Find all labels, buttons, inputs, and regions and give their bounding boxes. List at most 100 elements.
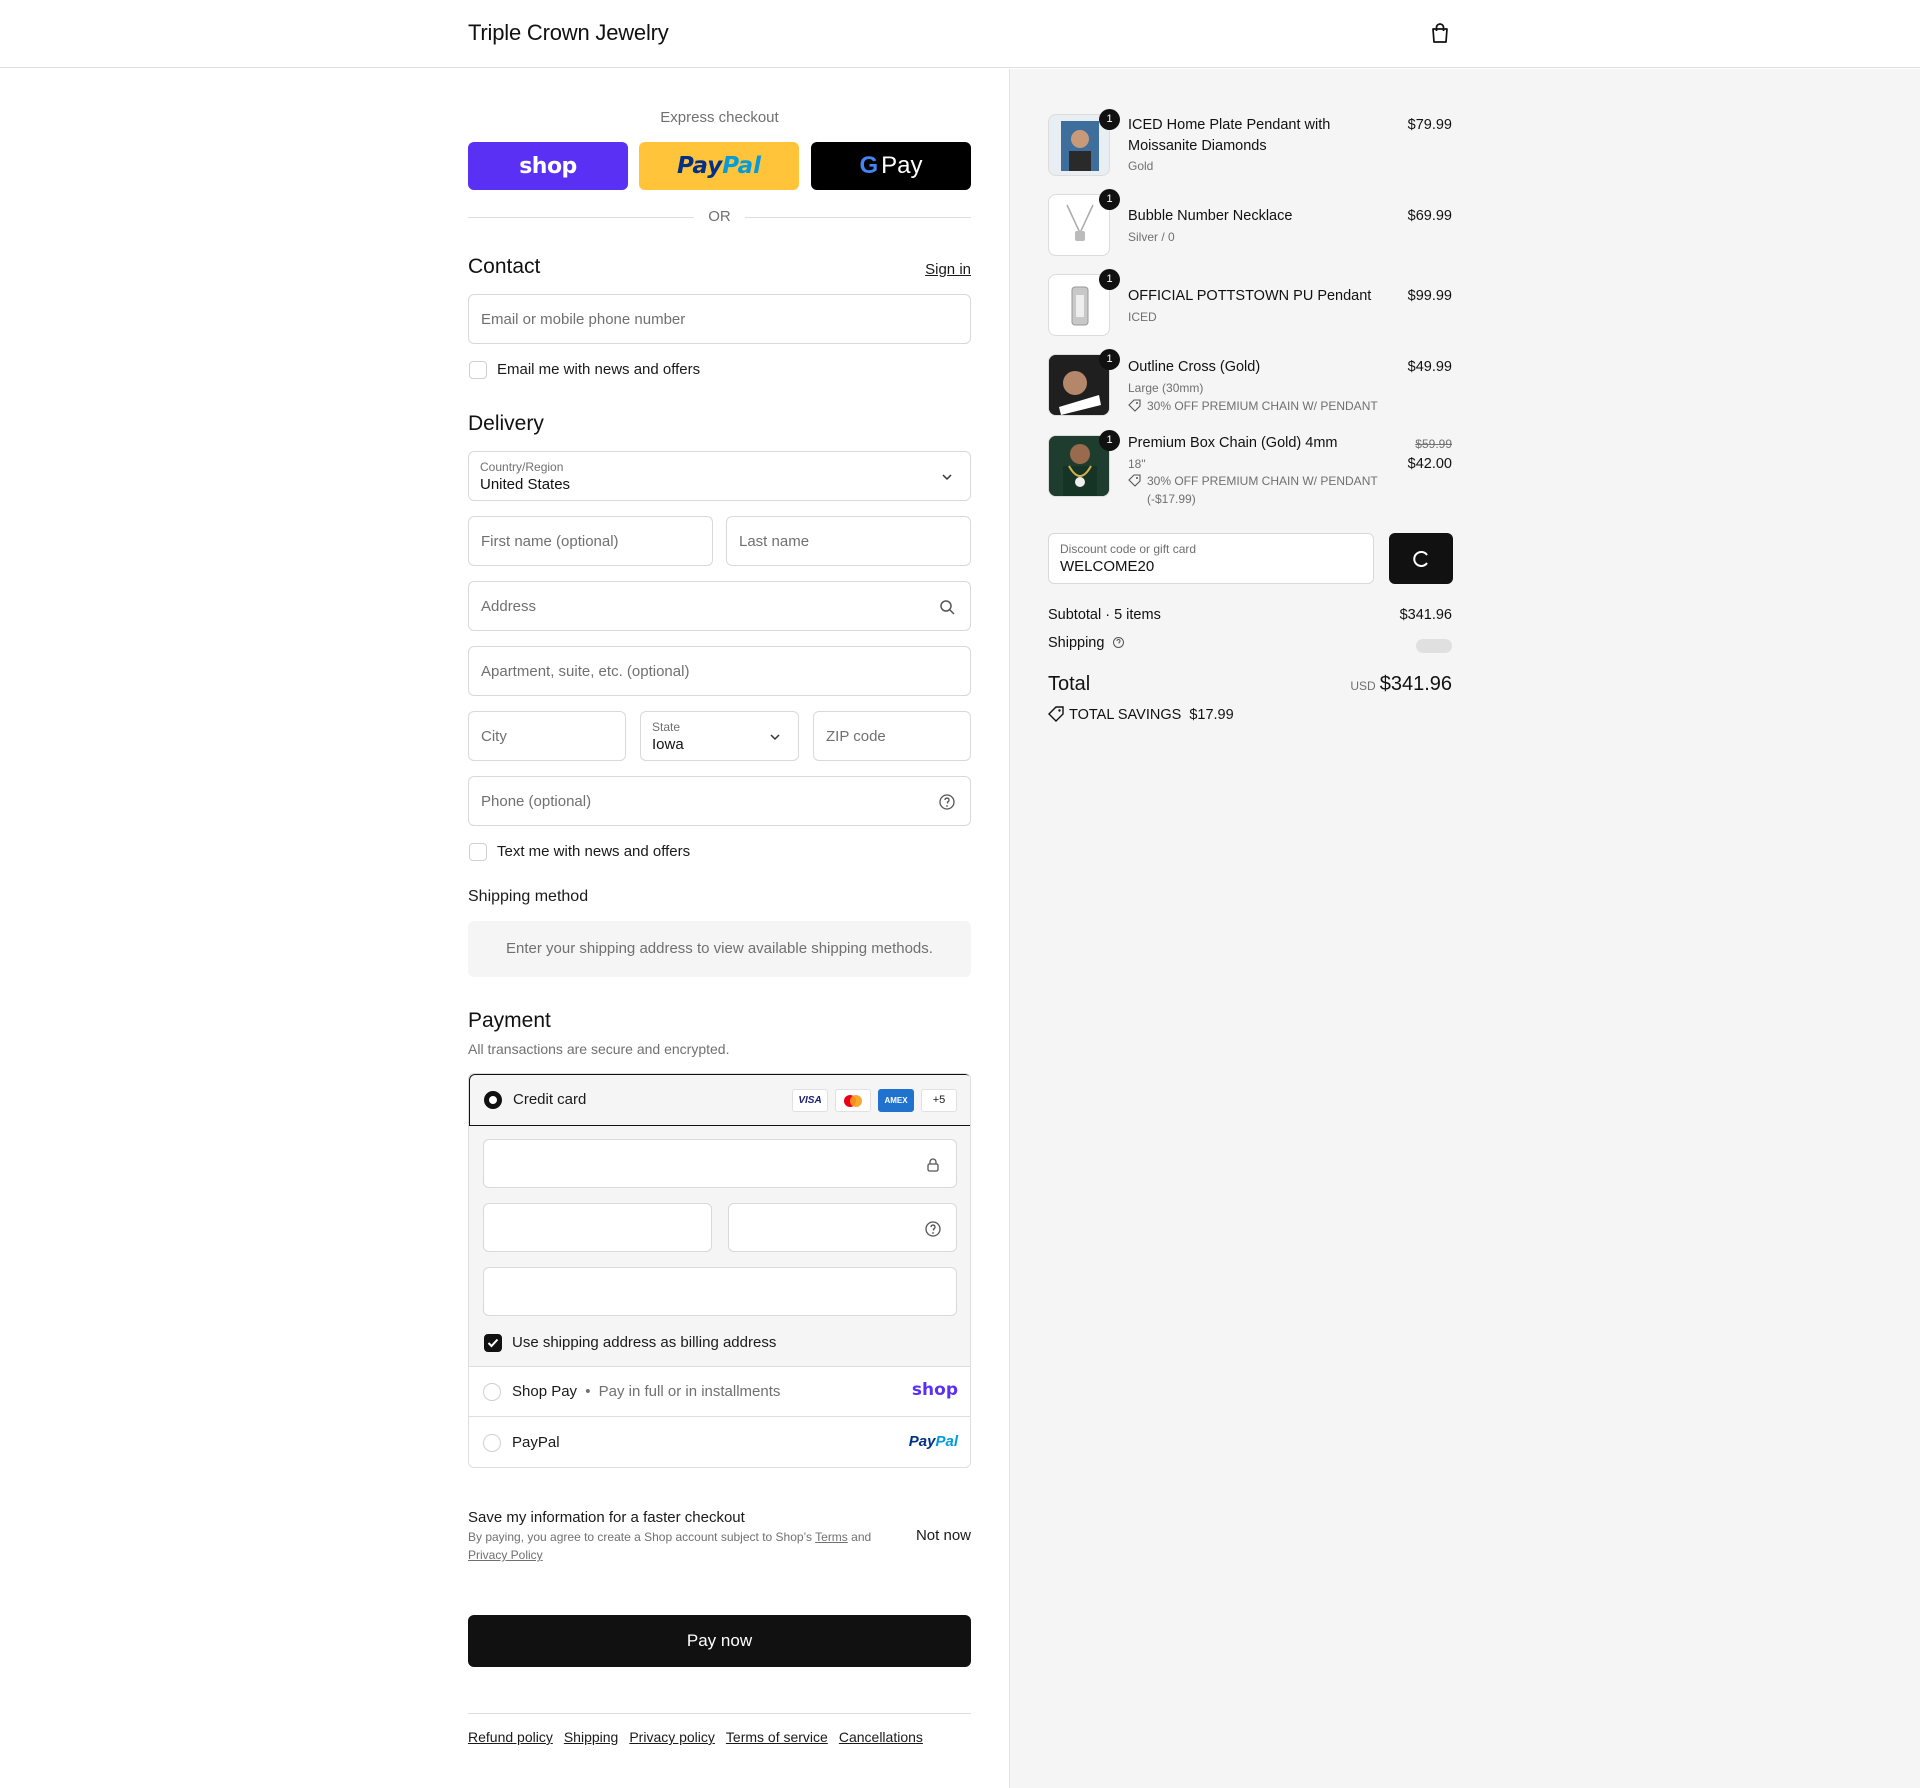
shipping-row: Shipping (1048, 635, 1452, 653)
quantity-badge: 1 (1099, 430, 1120, 451)
privacy-policy-link[interactable]: Privacy Policy (468, 1548, 543, 1562)
amex-icon: AMEX (878, 1089, 914, 1112)
name-on-card-field[interactable] (483, 1267, 957, 1316)
cancellations-link[interactable]: Cancellations (839, 1729, 923, 1745)
item-price: $99.99 (1407, 288, 1452, 304)
subtotal-label: Subtotal · 5 items (1048, 607, 1161, 623)
footer-divider (468, 1713, 971, 1714)
item-variant: 18" (1128, 457, 1146, 471)
help-icon[interactable] (924, 1220, 942, 1238)
paypal-radio[interactable] (483, 1434, 501, 1452)
shop-pay-radio[interactable] (483, 1383, 501, 1401)
chevron-down-icon (770, 734, 780, 741)
credit-card-label: Credit card (513, 1091, 587, 1108)
item-price: $49.99 (1407, 359, 1452, 375)
pay-now-button[interactable]: Pay now (468, 1615, 971, 1667)
shipping-method-heading: Shipping method (468, 888, 589, 905)
refund-policy-link[interactable]: Refund policy (468, 1729, 553, 1745)
credit-card-option[interactable]: Credit card VISA AMEX +5 (469, 1074, 970, 1126)
privacy-policy-footer-link[interactable]: Privacy policy (629, 1729, 715, 1745)
total-label: Total (1048, 673, 1091, 695)
last-name-field[interactable] (726, 516, 971, 566)
loading-spinner-icon (1413, 550, 1428, 567)
apartment-input[interactable] (469, 647, 970, 695)
payment-heading: Payment (468, 1009, 551, 1032)
phone-input[interactable] (469, 777, 970, 825)
google-g-icon: G (859, 152, 879, 179)
first-name-field[interactable] (468, 516, 713, 566)
text-news-label: Text me with news and offers (497, 843, 691, 860)
item-name: Bubble Number Necklace (1128, 208, 1293, 224)
shop-pay-express-button[interactable]: shop (468, 142, 628, 190)
payment-methods: Credit card VISA AMEX +5 Use shipping ad… (468, 1073, 971, 1468)
subtotal-value: $341.96 (1399, 607, 1452, 623)
shop-pay-label: Shop Pay (512, 1383, 578, 1400)
item-price: $42.00 (1407, 456, 1452, 472)
item-discount: 30% OFF PREMIUM CHAIN W/ PENDANT (-$17.9… (1128, 472, 1378, 508)
apply-discount-button[interactable] (1389, 533, 1453, 584)
billing-same-checkbox[interactable] (484, 1334, 502, 1352)
country-select[interactable]: Country/Region United States (468, 451, 971, 501)
item-variant: Gold (1128, 159, 1154, 173)
sign-in-link[interactable]: Sign in (925, 261, 971, 278)
discount-code-field[interactable]: Discount code or gift card WELCOME20 (1048, 533, 1374, 584)
zip-field[interactable] (813, 711, 971, 761)
delivery-heading: Delivery (468, 412, 544, 435)
text-news-checkbox[interactable] (469, 843, 487, 861)
state-select[interactable]: State Iowa (640, 711, 799, 761)
shipping-method-message: Enter your shipping address to view avai… (468, 921, 971, 977)
credit-card-form: Use shipping address as billing address (469, 1126, 970, 1367)
address-input[interactable] (469, 582, 970, 630)
email-input[interactable] (469, 295, 970, 343)
phone-field[interactable] (468, 776, 971, 826)
email-news-checkbox[interactable] (469, 361, 487, 379)
discount-code-value: WELCOME20 (1060, 558, 1155, 575)
shop-pay-option[interactable]: Shop Pay • Pay in full or in installment… (469, 1367, 970, 1417)
quantity-badge: 1 (1099, 189, 1120, 210)
paypal-express-button[interactable]: Pay Pal (639, 142, 799, 190)
shipping-policy-link[interactable]: Shipping (564, 1729, 619, 1745)
city-field[interactable] (468, 711, 626, 761)
shop-pay-logo: shop (911, 1380, 958, 1400)
help-icon[interactable] (938, 793, 956, 811)
address-field[interactable] (468, 581, 971, 631)
terms-link[interactable]: Terms (815, 1530, 848, 1544)
subtotal-row: Subtotal · 5 items $341.96 (1048, 607, 1452, 623)
credit-card-radio[interactable] (484, 1091, 502, 1109)
item-name: OFFICIAL POTTSTOWN PU Pendant (1128, 288, 1372, 304)
item-price: $79.99 (1407, 117, 1452, 133)
save-info-text: By paying, you agree to create a Shop ac… (468, 1530, 872, 1562)
currency-code: USD (1350, 679, 1376, 693)
visa-icon: VISA (792, 1089, 828, 1112)
save-info-section: Save my information for a faster checkou… (468, 1509, 971, 1564)
not-now-button[interactable]: Not now (916, 1527, 971, 1544)
billing-same-label: Use shipping address as billing address (512, 1334, 777, 1351)
card-number-field[interactable] (483, 1139, 957, 1188)
footer-links: Refund policy Shipping Privacy policy Terms… (468, 1729, 934, 1745)
shopping-bag-icon[interactable] (1429, 22, 1451, 44)
apartment-field[interactable] (468, 646, 971, 696)
header: Triple Crown Jewelry (0, 0, 1920, 68)
tag-icon (1128, 474, 1141, 487)
zip-input[interactable] (814, 712, 970, 760)
item-price: $69.99 (1407, 208, 1452, 224)
item-variant: Large (30mm) (1128, 381, 1204, 395)
paypal-label: PayPal (512, 1434, 560, 1451)
security-code-field[interactable] (728, 1203, 957, 1252)
email-field[interactable] (468, 294, 971, 344)
google-pay-express-button[interactable]: G Pay (811, 142, 971, 190)
help-icon[interactable] (1112, 636, 1125, 649)
paypal-option[interactable]: PayPal PayPal (469, 1418, 970, 1467)
shipping-loading-placeholder (1416, 639, 1452, 653)
first-name-input[interactable] (469, 517, 712, 565)
terms-of-service-link[interactable]: Terms of service (726, 1729, 828, 1745)
save-info-title: Save my information for a faster checkou… (468, 1509, 745, 1526)
last-name-input[interactable] (727, 517, 970, 565)
email-news-label: Email me with news and offers (497, 361, 701, 378)
total-savings: TOTAL SAVINGS $17.99 (1048, 706, 1452, 723)
store-name[interactable]: Triple Crown Jewelry (468, 20, 669, 46)
item-name: Premium Box Chain (Gold) 4mm (1128, 435, 1338, 451)
contact-heading: Contact (468, 255, 541, 278)
city-input[interactable] (469, 712, 625, 760)
expiration-date-field[interactable] (483, 1203, 712, 1252)
